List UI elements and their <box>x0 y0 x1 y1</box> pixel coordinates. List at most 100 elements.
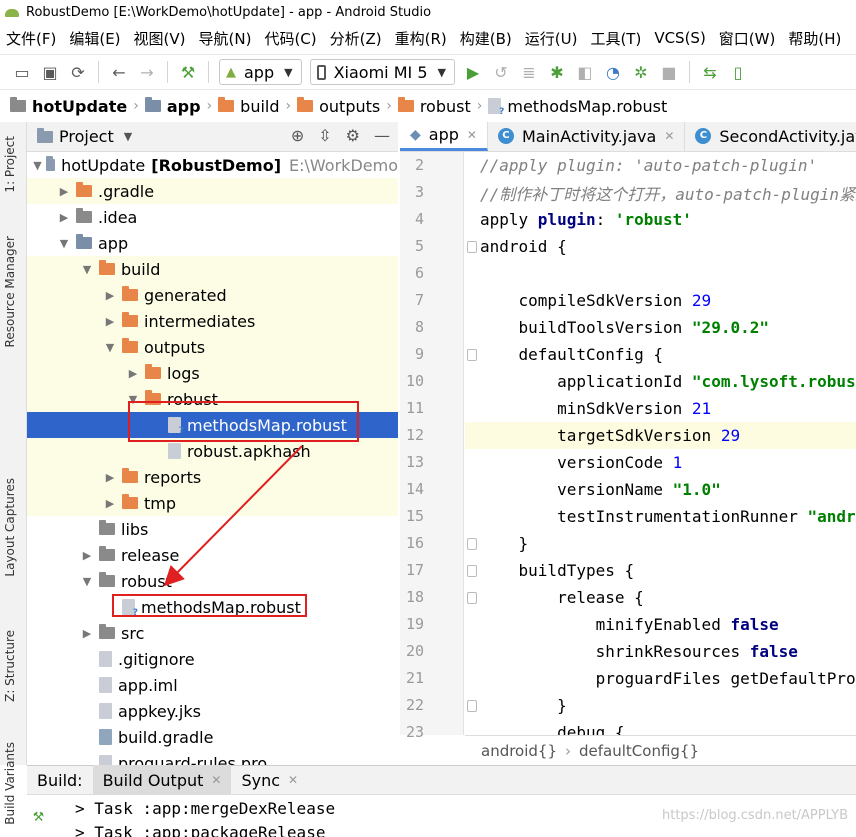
tree-row[interactable]: libs <box>27 516 398 542</box>
chevron-down-icon[interactable]: ▼ <box>124 130 132 143</box>
tree-row[interactable]: ▶ tmp <box>27 490 398 516</box>
tree-row[interactable]: ▼ robust <box>27 568 398 594</box>
project-view-dropdown[interactable]: Project <box>59 127 114 146</box>
chevron-down-icon[interactable]: ▼ <box>79 575 95 588</box>
tree-row[interactable]: ▶ intermediates <box>27 308 398 334</box>
fold-marker-icon[interactable] <box>467 700 477 712</box>
tree-row[interactable]: ▶ release <box>27 542 398 568</box>
tree-row[interactable]: ▼ build <box>27 256 398 282</box>
resource-manager-tool-tab[interactable]: Resource Manager <box>3 236 17 347</box>
tree-row[interactable]: ▶ src <box>27 620 398 646</box>
tree-row[interactable]: ▼ hotUpdate [RobustDemo] E:\WorkDemo <box>27 152 398 178</box>
save-icon[interactable]: ▣ <box>36 58 64 86</box>
menu-item-11[interactable]: 窗口(W) <box>713 28 783 49</box>
fold-marker-icon[interactable] <box>467 565 477 577</box>
structure-tool-tab[interactable]: Z: Structure <box>3 630 17 702</box>
tree-row[interactable]: ▼ app <box>27 230 398 256</box>
chevron-down-icon[interactable]: ▼ <box>33 159 42 172</box>
project-tool-tab[interactable]: 1: Project <box>3 136 17 193</box>
gear-icon[interactable]: ⚙ <box>346 126 360 145</box>
build-variants-tool-tab[interactable]: Build Variants <box>3 742 17 825</box>
tree-row[interactable]: ▼ outputs <box>27 334 398 360</box>
breadcrumb-build[interactable]: build › <box>218 97 297 116</box>
build-output-tab[interactable]: Build Output ✕ <box>92 765 232 795</box>
close-icon[interactable]: ✕ <box>467 128 477 142</box>
tree-row[interactable]: app.iml <box>27 672 398 698</box>
run-config-dropdown[interactable]: ▲ app ▼ <box>219 59 302 85</box>
chevron-right-icon[interactable]: ▶ <box>102 289 118 302</box>
back-arrow-icon[interactable]: ← <box>105 58 133 86</box>
tree-row[interactable]: build.gradle <box>27 724 398 750</box>
sync-tab[interactable]: Sync ✕ <box>231 765 308 795</box>
tree-row[interactable]: ▶ reports <box>27 464 398 490</box>
code-editor[interactable]: //apply plugin: 'auto-patch-plugin' //制作补… <box>465 152 856 735</box>
sync-icon[interactable]: ⟳ <box>64 58 92 86</box>
apply-changes-icon[interactable]: ↺ <box>487 58 515 86</box>
chevron-right-icon[interactable]: ▶ <box>56 185 72 198</box>
breadcrumb-methodsmap[interactable]: methodsMap.robust <box>488 97 667 117</box>
tree-row[interactable]: ▶ generated <box>27 282 398 308</box>
layout-captures-tool-tab[interactable]: Layout Captures <box>3 478 17 577</box>
attach-debugger-icon[interactable]: ✲ <box>627 58 655 86</box>
menu-item-4[interactable]: 代码(C) <box>258 28 323 49</box>
chevron-right-icon[interactable]: ▶ <box>79 627 95 640</box>
run-with-coverage-icon[interactable]: ◧ <box>571 58 599 86</box>
fold-marker-icon[interactable] <box>467 538 477 550</box>
close-icon[interactable]: ✕ <box>211 773 221 787</box>
menu-item-9[interactable]: 工具(T) <box>584 28 648 49</box>
breadcrumb-outputs[interactable]: outputs › <box>297 97 398 116</box>
chevron-right-icon[interactable]: ▶ <box>56 211 72 224</box>
profile-icon[interactable]: ◔ <box>599 58 627 86</box>
forward-arrow-icon[interactable]: → <box>133 58 161 86</box>
editor-tab-0[interactable]: ◆ app ✕ <box>400 122 488 151</box>
sync-gradle-icon[interactable]: ⇆ <box>696 58 724 86</box>
chevron-right-icon[interactable]: ▶ <box>79 549 95 562</box>
stop-icon[interactable]: ■ <box>655 58 683 86</box>
chevron-right-icon[interactable]: ▶ <box>102 315 118 328</box>
editor-tab-2[interactable]: CSecondActivity.java✕ <box>685 122 856 151</box>
chevron-down-icon[interactable]: ▼ <box>102 341 118 354</box>
menu-item-6[interactable]: 重构(R) <box>389 28 454 49</box>
breadcrumb-app[interactable]: app › <box>144 97 218 116</box>
tree-row[interactable]: appkey.jks <box>27 698 398 724</box>
menu-item-2[interactable]: 视图(V) <box>128 28 193 49</box>
menu-item-0[interactable]: 文件(F) <box>0 28 63 49</box>
debug-icon[interactable]: ✱ <box>543 58 571 86</box>
close-icon[interactable]: ✕ <box>664 129 674 143</box>
avd-manager-icon[interactable]: ▯ <box>724 58 752 86</box>
menu-item-1[interactable]: 编辑(E) <box>63 28 127 49</box>
tree-row[interactable]: ▶ logs <box>27 360 398 386</box>
fold-marker-icon[interactable] <box>467 349 477 361</box>
menu-item-8[interactable]: 运行(U) <box>519 28 585 49</box>
close-icon[interactable]: ✕ <box>288 773 298 787</box>
footer-crumb-defaultconfig[interactable]: defaultConfig{} <box>579 742 699 760</box>
fold-marker-icon[interactable] <box>467 241 477 253</box>
tree-row[interactable]: proguard-rules.pro <box>27 750 398 765</box>
chevron-right-icon[interactable]: ▶ <box>125 367 141 380</box>
collapse-all-icon[interactable]: ⇳ <box>318 126 331 145</box>
editor-tab-1[interactable]: C MainActivity.java ✕ <box>488 122 686 151</box>
breadcrumb-hotupdate[interactable]: hotUpdate › <box>10 97 145 116</box>
tree-row[interactable]: .gitignore <box>27 646 398 672</box>
open-folder-icon[interactable]: ▭ <box>8 58 36 86</box>
footer-crumb-android[interactable]: android{} <box>481 742 557 760</box>
menu-item-5[interactable]: 分析(Z) <box>324 28 389 49</box>
fold-marker-icon[interactable] <box>467 592 477 604</box>
chevron-right-icon[interactable]: ▶ <box>102 471 118 484</box>
locate-file-icon[interactable]: ⊕ <box>291 126 304 145</box>
tree-row[interactable]: ▶ .gradle <box>27 178 398 204</box>
menu-item-12[interactable]: 帮助(H) <box>782 28 848 49</box>
tree-row[interactable]: ▶ .idea <box>27 204 398 230</box>
apply-code-changes-icon[interactable]: ≣ <box>515 58 543 86</box>
hammer-build-icon[interactable]: ⚒ <box>174 58 202 86</box>
menu-item-3[interactable]: 导航(N) <box>193 28 259 49</box>
breadcrumb-robust[interactable]: robust › <box>397 97 489 116</box>
device-dropdown[interactable]: Xiaomi MI 5 ▼ <box>309 59 455 85</box>
chevron-down-icon[interactable]: ▼ <box>56 237 72 250</box>
menu-item-7[interactable]: 构建(B) <box>454 28 519 49</box>
hide-panel-icon[interactable]: — <box>374 126 390 145</box>
chevron-down-icon[interactable]: ▼ <box>79 263 95 276</box>
run-icon[interactable]: ▶ <box>459 58 487 86</box>
chevron-right-icon[interactable]: ▶ <box>102 497 118 510</box>
menu-item-10[interactable]: VCS(S) <box>648 29 712 47</box>
